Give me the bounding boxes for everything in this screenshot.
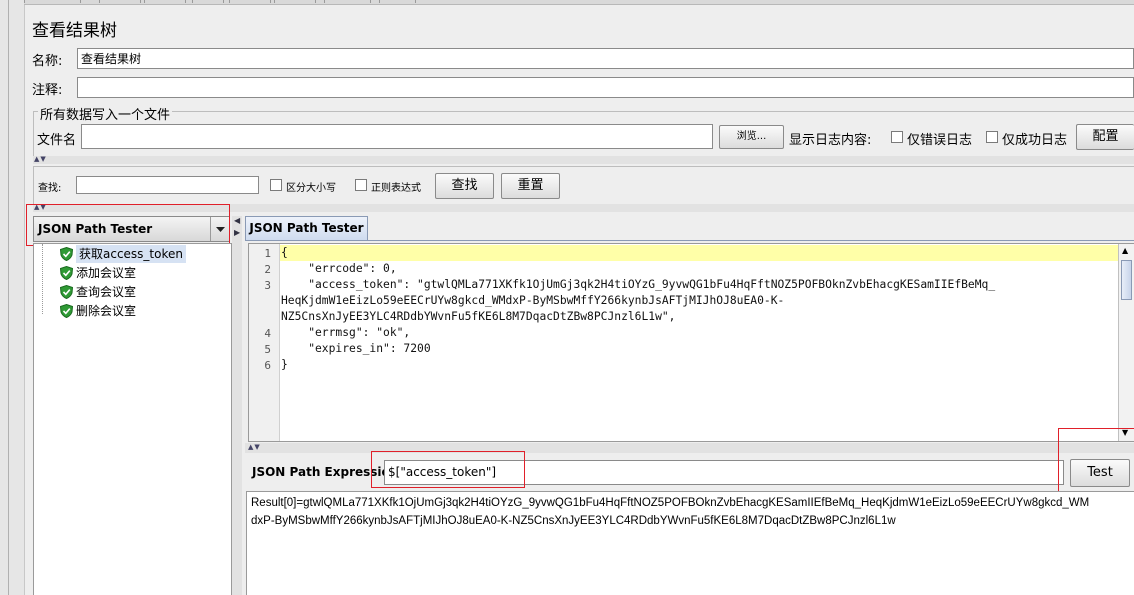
tree-guide-line [42,244,44,314]
tree-item-label: 获取access_token [79,247,183,261]
tree-item-query-room[interactable]: 查询会议室 [60,283,137,301]
vertical-scrollbar[interactable]: ▲ ▼ [1118,244,1134,441]
current-line-highlight [280,245,1118,261]
page-title: 查看结果树 [32,21,117,41]
filename-input[interactable] [81,124,713,149]
reset-button[interactable]: 重置 [501,173,560,199]
find-button[interactable]: 查找 [435,173,494,199]
code-line: "errcode": 0, [281,262,397,275]
search-label: 查找: [38,183,62,194]
errors-only-checkbox[interactable] [891,131,903,143]
case-sensitive-label: 区分大小写 [286,183,336,194]
line-number: 3 [264,279,271,292]
success-shield-icon [60,285,73,299]
code-line: HeqKjdmW1eEizLo59eEECrUYw8gkcd_WMdxP-ByM… [281,294,785,307]
code-line: "access_token": "gtwlQMLa771XKfk1OjUmGj3… [281,278,996,291]
splitter-top[interactable]: ▲▼ [33,155,1134,164]
result-output[interactable]: Result[0]=gtwlQMLa771XKfk1OjUmGj3qk2H4ti… [246,491,1134,595]
vertical-splitter[interactable]: ◀ ▶ [232,216,242,595]
result-line: Result[0]=gtwlQMLa771XKfk1OjUmGj3qk2H4ti… [251,497,1090,509]
success-only-label: 仅成功日志 [1002,133,1068,148]
tab-json-path-tester[interactable]: JSON Path Tester [245,216,368,240]
result-line: dxP-ByMSbwMffY266kynbJsAFTjMIJhOJ8uEA0-K… [251,515,896,527]
filename-label: 文件名 [37,133,77,148]
tree-item-label: 删除会议室 [76,304,137,318]
left-edge-panel [0,0,25,595]
line-number: 1 [264,247,271,260]
success-shield-icon [60,304,73,318]
line-number: 5 [264,343,271,356]
results-tree: 获取access_token 添加会议室 查询会议室 删除会议室 [33,243,232,595]
line-number: 2 [264,263,271,276]
annotation-box-test [1058,428,1134,495]
code-line: "expires_in": 7200 [281,342,431,355]
name-label: 名称: [32,54,63,69]
code-line: "errmsg": "ok", [281,326,411,339]
log-display-label: 显示日志内容: [789,133,872,148]
response-editor[interactable]: 1 2 3 4 5 6 { "errcode": 0, "access_toke… [248,243,1134,442]
case-sensitive-checkbox[interactable] [270,179,282,191]
scroll-up-icon[interactable]: ▲ [1122,246,1128,255]
code-line: { [281,246,288,259]
success-shield-icon [60,247,73,261]
browse-button[interactable]: 浏览... [719,125,784,149]
code-line: NZ5CnsXnJyEE3YLC4RDdbYWvnFu5fKE6L8M7Dqac… [281,310,676,323]
search-input[interactable] [76,176,259,194]
top-toolbar-strip [24,0,1134,5]
success-only-checkbox[interactable] [986,131,998,143]
tree-item-add-room[interactable]: 添加会议室 [60,264,137,282]
comment-label: 注释: [32,83,63,98]
scrollbar-thumb[interactable] [1121,260,1132,300]
regex-checkbox[interactable] [355,179,367,191]
tree-item-get-access-token[interactable]: 获取access_token [60,245,186,263]
code-line: } [281,358,288,371]
name-input[interactable]: 查看结果树 [77,48,1134,69]
comment-input[interactable] [77,77,1134,98]
success-shield-icon [60,266,73,280]
file-group-title: 所有数据写入一个文件 [38,104,173,123]
line-number: 6 [264,359,271,372]
annotation-box-expression [371,451,525,488]
line-number: 4 [264,327,271,340]
regex-label: 正则表达式 [371,183,421,194]
tree-item-label: 添加会议室 [76,266,137,280]
errors-only-label: 仅错误日志 [907,133,973,148]
tab-underline [245,240,1134,241]
annotation-box-renderer [26,204,230,246]
tree-item-label: 查询会议室 [76,285,137,299]
tree-item-delete-room[interactable]: 删除会议室 [60,302,137,320]
configure-button[interactable]: 配置 [1076,124,1134,150]
